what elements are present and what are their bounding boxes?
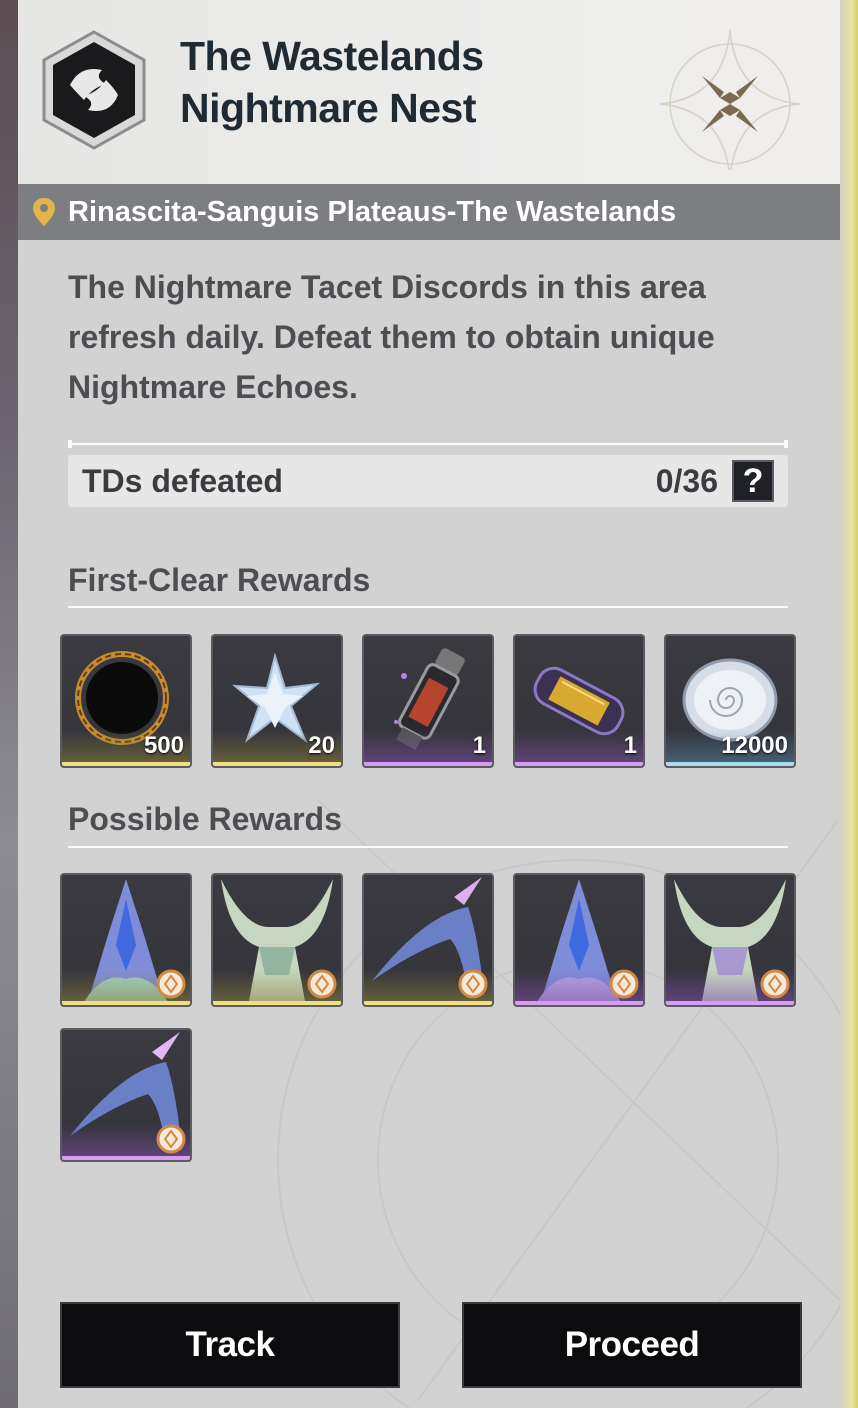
reward-qty: 20	[308, 732, 335, 759]
reward-item[interactable]: 12000	[664, 634, 796, 768]
sonata-badge-icon	[458, 969, 488, 999]
proceed-button[interactable]: Proceed	[462, 1302, 802, 1388]
track-button[interactable]: Track	[60, 1302, 400, 1388]
reward-qty: 1	[472, 732, 486, 759]
reward-qty: 500	[143, 732, 184, 759]
possible-rewards-title: Possible Rewards	[68, 801, 342, 837]
sonata-badge-icon	[307, 969, 337, 999]
close-icon[interactable]	[650, 20, 820, 170]
reward-qty: 1	[623, 732, 637, 759]
page-title: The Wastelands Nightmare Nest	[180, 30, 600, 134]
echo-reward-item[interactable]	[60, 873, 192, 1007]
description-text: The Nightmare Tacet Discords in this are…	[68, 269, 715, 405]
reward-item[interactable]: 20	[211, 634, 343, 768]
sonata-badge-icon	[760, 969, 790, 999]
echo-reward-item[interactable]	[60, 1028, 192, 1162]
td-progress-label: TDs defeated	[82, 462, 283, 499]
title-line-2: Nightmare Nest	[180, 85, 477, 131]
map-background-right-edge	[838, 0, 858, 1408]
td-progress-bar: TDs defeated 0/36 ?	[68, 455, 788, 507]
map-background-edge	[0, 0, 18, 1408]
panel-header: The Wastelands Nightmare Nest	[18, 0, 840, 184]
nightmare-nest-emblem-icon	[42, 30, 146, 150]
location-bar: Rinascita-Sanguis Plateaus-The Wasteland…	[18, 184, 840, 240]
reward-item[interactable]: 500	[60, 634, 192, 768]
echo-reward-item[interactable]	[664, 873, 796, 1007]
sonata-badge-icon	[156, 1124, 186, 1154]
divider	[68, 606, 788, 608]
sonata-badge-icon	[609, 969, 639, 999]
reward-item[interactable]: 1	[513, 634, 645, 768]
location-text: Rinascita-Sanguis Plateaus-The Wasteland…	[68, 195, 677, 228]
map-pin-icon	[33, 198, 55, 226]
divider	[68, 846, 788, 848]
sonata-badge-icon	[156, 969, 186, 999]
nightmare-nest-panel: The Wastelands Nightmare Nest Rinascita-…	[18, 0, 840, 1408]
echo-reward-item[interactable]	[362, 873, 494, 1007]
td-progress-count: 0/36	[655, 462, 718, 499]
reward-item[interactable]: 1	[362, 634, 494, 768]
divider	[68, 440, 788, 448]
first-clear-rewards-title: First-Clear Rewards	[68, 562, 371, 598]
echo-reward-item[interactable]	[211, 873, 343, 1007]
help-button[interactable]: ?	[732, 460, 774, 502]
title-line-1: The Wastelands	[180, 33, 484, 79]
echo-reward-item[interactable]	[513, 873, 645, 1007]
reward-qty: 12000	[721, 732, 788, 759]
